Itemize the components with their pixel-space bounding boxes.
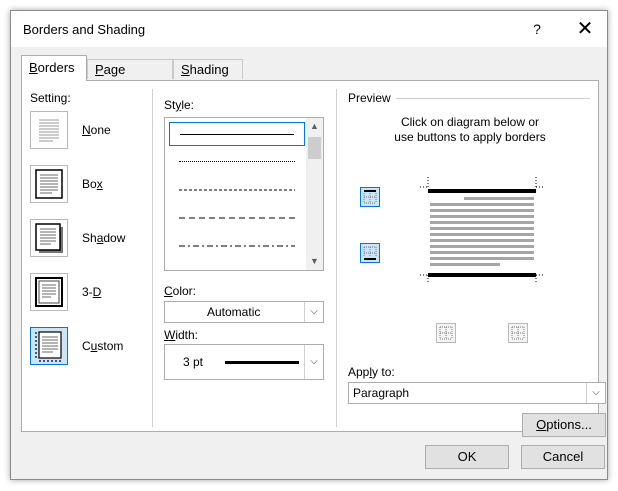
- close-button[interactable]: ✕: [573, 17, 597, 41]
- tab-shading-label: hading: [189, 62, 229, 77]
- dashed-line: [179, 217, 295, 219]
- apply-to-value: Paragraph: [353, 386, 410, 400]
- style-option-dash-dot[interactable]: [169, 234, 305, 258]
- borders-and-shading-dialog: Borders and Shading ? ✕ Borders Page Bor…: [10, 10, 608, 480]
- dotted-line: [179, 161, 295, 162]
- setting-shadow-label[interactable]: Shadow: [82, 231, 125, 245]
- setting-custom-icon[interactable]: [30, 327, 68, 365]
- width-value: 3 pt: [183, 355, 204, 369]
- tab-page-border[interactable]: Page Border: [87, 59, 173, 97]
- bottom-border-icon: [363, 246, 377, 260]
- left-border-button[interactable]: [436, 323, 456, 343]
- setting-label: Setting:: [30, 91, 71, 105]
- bottom-border-button[interactable]: [360, 243, 380, 263]
- color-value: Automatic: [207, 305, 261, 319]
- preview-label: Preview: [348, 91, 391, 105]
- dialog-title: Borders and Shading: [23, 22, 146, 37]
- width-label: Width:: [164, 328, 199, 342]
- preview-diagram[interactable]: [412, 171, 552, 287]
- tab-borders-label: orders: [37, 60, 75, 75]
- tab-shading-mnemonic: S: [181, 62, 190, 77]
- setting-divider: [152, 89, 153, 427]
- preview-instructions-line1: Click on diagram below or: [400, 115, 540, 129]
- color-dropdown[interactable]: Automatic ⌵: [164, 301, 324, 323]
- width-preview-line: [225, 361, 299, 364]
- style-option-dashed[interactable]: [169, 206, 305, 230]
- scroll-down-icon[interactable]: ▼: [306, 253, 323, 270]
- right-border-button[interactable]: [508, 323, 528, 343]
- scroll-up-icon[interactable]: ▲: [306, 118, 323, 135]
- dashed-small-line: [179, 189, 295, 191]
- chevron-down-icon[interactable]: ⌵: [304, 302, 323, 322]
- left-border-icon: [439, 326, 453, 340]
- tab-page-border-mnemonic: P: [95, 62, 104, 77]
- setting-3d-icon[interactable]: [30, 273, 68, 311]
- shadow-icon: [35, 223, 63, 253]
- apply-to-label: Apply to:: [348, 365, 395, 379]
- width-dropdown[interactable]: 3 pt ⌵: [164, 344, 324, 380]
- options-button[interactable]: Options...: [522, 413, 606, 437]
- setting-none-label[interactable]: None: [82, 123, 111, 137]
- setting-shadow-icon[interactable]: [30, 219, 68, 257]
- box-icon: [35, 169, 63, 199]
- tab-borders-mnemonic: B: [29, 60, 38, 75]
- top-border-button[interactable]: [360, 187, 380, 207]
- apply-to-dropdown[interactable]: Paragraph ⌵: [348, 382, 606, 404]
- style-option-solid[interactable]: [169, 122, 305, 146]
- preview-instructions-line2: use buttons to apply borders: [394, 130, 546, 144]
- dash-dot-line: [179, 245, 295, 247]
- custom-border-icon: [35, 331, 62, 362]
- preview-heading-line: [396, 98, 590, 99]
- chevron-down-icon[interactable]: ⌵: [586, 383, 605, 403]
- setting-box-label[interactable]: Box: [82, 177, 103, 191]
- tab-shading[interactable]: Shading: [173, 59, 243, 79]
- scroll-thumb[interactable]: [308, 137, 321, 159]
- ok-button[interactable]: OK: [425, 445, 509, 469]
- solid-line: [180, 134, 294, 135]
- right-border-icon: [511, 326, 525, 340]
- cancel-button[interactable]: Cancel: [521, 445, 605, 469]
- style-divider: [336, 89, 337, 427]
- style-option-dashed-small[interactable]: [169, 178, 305, 202]
- setting-custom-label[interactable]: Custom: [82, 339, 123, 353]
- style-scrollbar[interactable]: ▲ ▼: [306, 118, 323, 270]
- tab-borders[interactable]: Borders: [21, 55, 87, 81]
- title-bar: Borders and Shading ? ✕: [11, 11, 607, 47]
- none-icon: [39, 119, 59, 142]
- setting-3d-label[interactable]: 3-D: [82, 285, 101, 299]
- setting-box-icon[interactable]: [30, 165, 68, 203]
- style-listbox[interactable]: ▲ ▼: [164, 117, 324, 271]
- top-border-icon: [363, 190, 377, 204]
- style-option-dotted[interactable]: [169, 150, 305, 174]
- chevron-down-icon[interactable]: ⌵: [304, 345, 323, 379]
- style-label: Style:: [164, 98, 195, 112]
- help-button[interactable]: ?: [527, 19, 547, 39]
- color-label: Color:: [164, 284, 197, 298]
- borders-tab-panel: Setting: None Box Shadow 3-D Custom Styl…: [21, 80, 606, 437]
- setting-none-icon[interactable]: [30, 111, 68, 149]
- 3d-box-icon: [35, 277, 63, 307]
